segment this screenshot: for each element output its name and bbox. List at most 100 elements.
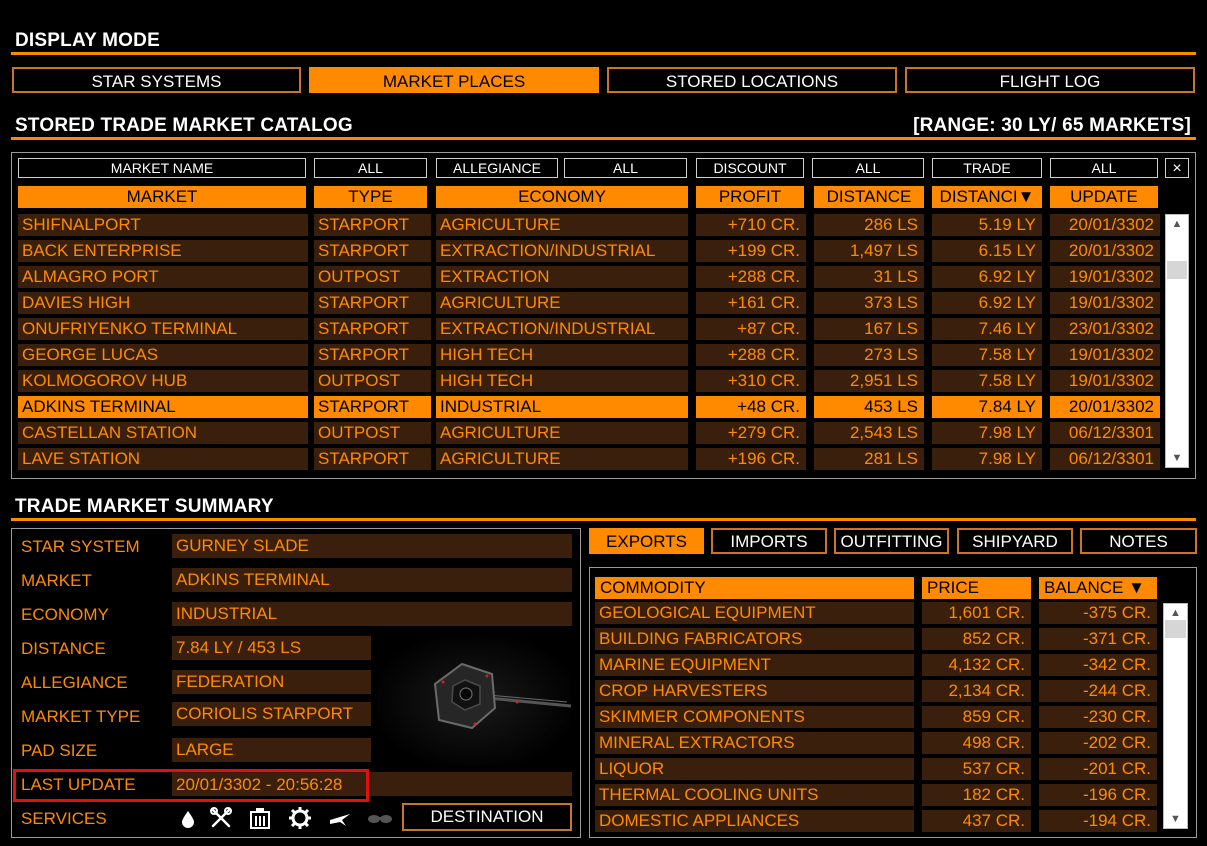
market-economy-cell: AGRICULTURE	[436, 214, 688, 236]
table-row[interactable]: GEORGE LUCAS STARPORT HIGH TECH +288 CR. 273…	[18, 344, 1160, 366]
market-economy-cell: HIGH TECH	[436, 370, 688, 392]
list-item[interactable]: MARINE EQUIPMENT 4,132 CR. -342 CR.	[595, 654, 1157, 676]
pad-size-label: PAD SIZE	[21, 741, 98, 760]
list-item[interactable]: CROP HARVESTERS 2,134 CR. -244 CR.	[595, 680, 1157, 702]
filter-allegiance-value[interactable]: ALL	[564, 158, 687, 178]
market-type-cell: STARPORT	[314, 240, 431, 262]
filter-allegiance[interactable]: ALLEGIANCE	[436, 158, 558, 178]
market-distance-ly-cell: 7.98 LY	[932, 422, 1042, 444]
market-distance-ls-cell: 373 LS	[814, 292, 924, 314]
market-name-cell: CASTELLAN STATION	[18, 422, 308, 444]
market-profit-cell: +710 CR.	[696, 214, 806, 236]
economy-label: ECONOMY	[21, 605, 109, 624]
list-item[interactable]: THERMAL COOLING UNITS 182 CR. -196 CR.	[595, 784, 1157, 806]
tab-imports[interactable]: IMPORTS	[711, 528, 827, 554]
market-distance-ly-cell: 7.46 LY	[932, 318, 1042, 340]
tab-outfitting[interactable]: OUTFITTING	[834, 528, 949, 554]
col-commodity[interactable]: COMMODITY	[595, 577, 914, 599]
col-price[interactable]: PRICE	[922, 577, 1031, 599]
list-item[interactable]: GEOLOGICAL EQUIPMENT 1,601 CR. -375 CR.	[595, 602, 1157, 624]
mode-market-places-button[interactable]: MARKET PLACES	[309, 67, 599, 93]
commodity-price-cell: 852 CR.	[922, 628, 1031, 650]
col-balance[interactable]: BALANCE ▼	[1039, 577, 1157, 599]
table-row[interactable]: DAVIES HIGH STARPORT AGRICULTURE +161 CR. 37…	[18, 292, 1160, 314]
market-economy-cell: EXTRACTION/INDUSTRIAL	[436, 240, 688, 262]
commodity-price-cell: 4,132 CR.	[922, 654, 1031, 676]
catalog-scroll-thumb[interactable]	[1167, 261, 1187, 279]
destination-button[interactable]: DESTINATION	[402, 803, 572, 831]
filter-trade[interactable]: TRADE	[932, 158, 1042, 178]
tab-shipyard[interactable]: SHIPYARD	[957, 528, 1073, 554]
catalog-scrollbar[interactable]: ▲ ▼	[1165, 214, 1189, 468]
commodity-scrollbar[interactable]: ▲ ▼	[1163, 603, 1188, 829]
market-profit-cell: +310 CR.	[696, 370, 806, 392]
col-update[interactable]: UPDATE	[1050, 186, 1158, 208]
col-economy[interactable]: ECONOMY	[436, 186, 688, 208]
commodity-balance-cell: -202 CR.	[1039, 732, 1157, 754]
scroll-down-icon[interactable]: ▼	[1166, 452, 1188, 464]
list-item[interactable]: SKIMMER COMPONENTS 859 CR. -230 CR.	[595, 706, 1157, 728]
tab-exports[interactable]: EXPORTS	[589, 528, 704, 554]
table-row[interactable]: BACK ENTERPRISE STARPORT EXTRACTION/INDUST…	[18, 240, 1160, 262]
market-distance-ly-cell: 6.92 LY	[932, 292, 1042, 314]
clear-filters-button[interactable]: ×	[1165, 158, 1189, 178]
table-row[interactable]: ALMAGRO PORT OUTPOST EXTRACTION +288 CR. 31 …	[18, 266, 1160, 288]
market-profit-cell: +288 CR.	[696, 266, 806, 288]
mode-star-systems-button[interactable]: STAR SYSTEMS	[12, 67, 301, 93]
filter-discount[interactable]: DISCOUNT	[696, 158, 804, 178]
market-distance-ls-cell: 1,497 LS	[814, 240, 924, 262]
commodity-scroll-thumb[interactable]	[1165, 620, 1186, 638]
commodity-name-cell: DOMESTIC APPLIANCES	[595, 810, 914, 832]
list-item[interactable]: DOMESTIC APPLIANCES 437 CR. -194 CR.	[595, 810, 1157, 832]
table-row[interactable]: LAVE STATION STARPORT AGRICULTURE +196 CR. 2…	[18, 448, 1160, 470]
filter-trade-value[interactable]: ALL	[1050, 158, 1158, 178]
scroll-up-icon[interactable]: ▲	[1166, 218, 1188, 230]
market-distance-ly-cell: 7.58 LY	[932, 370, 1042, 392]
mode-stored-locations-button[interactable]: STORED LOCATIONS	[607, 67, 897, 93]
commodity-name-cell: THERMAL COOLING UNITS	[595, 784, 914, 806]
tab-notes[interactable]: NOTES	[1080, 528, 1197, 554]
market-economy-cell: EXTRACTION	[436, 266, 688, 288]
table-row[interactable]: ONUFRIYENKO TERMINAL STARPORT EXTRACTION/I…	[18, 318, 1160, 340]
mode-flight-log-button[interactable]: FLIGHT LOG	[905, 67, 1195, 93]
allegiance-value: FEDERATION	[172, 670, 371, 694]
commodity-name-cell: CROP HARVESTERS	[595, 680, 914, 702]
table-row[interactable]: KOLMOGOROV HUB OUTPOST HIGH TECH +310 CR. 2,…	[18, 370, 1160, 392]
table-row[interactable]: SHIFNALPORT STARPORT AGRICULTURE +710 CR. 28…	[18, 214, 1160, 236]
commodity-scroll-up-icon[interactable]: ▲	[1164, 607, 1187, 619]
market-update-cell: 20/01/3302	[1050, 396, 1160, 418]
commodity-balance-cell: -230 CR.	[1039, 706, 1157, 728]
table-row[interactable]: ADKINS TERMINAL STARPORT INDUSTRIAL +48 CR.…	[18, 396, 1160, 418]
filter-market-name-value[interactable]: ALL	[314, 158, 427, 178]
commodity-balance-cell: -371 CR.	[1039, 628, 1157, 650]
col-market[interactable]: MARKET	[18, 186, 306, 208]
market-update-cell: 20/01/3302	[1050, 214, 1160, 236]
list-item[interactable]: BUILDING FABRICATORS 852 CR. -371 CR.	[595, 628, 1157, 650]
list-item[interactable]: MINERAL EXTRACTORS 498 CR. -202 CR.	[595, 732, 1157, 754]
col-type[interactable]: TYPE	[314, 186, 427, 208]
refuel-icon	[176, 806, 200, 830]
economy-value: INDUSTRIAL	[172, 602, 572, 626]
market-name-cell: BACK ENTERPRISE	[18, 240, 308, 262]
distance-value: 7.84 LY / 453 LS	[172, 636, 371, 660]
commodity-scroll-down-icon[interactable]: ▼	[1164, 813, 1187, 825]
outfitting-icon	[288, 806, 312, 830]
pad-size-value: LARGE	[172, 738, 371, 762]
market-distance-ls-cell: 31 LS	[814, 266, 924, 288]
market-name-cell: KOLMOGOROV HUB	[18, 370, 308, 392]
market-update-cell: 06/12/3301	[1050, 422, 1160, 444]
table-row[interactable]: CASTELLAN STATION OUTPOST AGRICULTURE +279 …	[18, 422, 1160, 444]
col-distance-ls[interactable]: DISTANCE	[814, 186, 924, 208]
col-profit[interactable]: PROFIT	[696, 186, 804, 208]
market-distance-ls-cell: 281 LS	[814, 448, 924, 470]
list-item[interactable]: LIQUOR 537 CR. -201 CR.	[595, 758, 1157, 780]
market-update-cell: 06/12/3301	[1050, 448, 1160, 470]
filter-discount-value[interactable]: ALL	[812, 158, 924, 178]
col-distance-ly[interactable]: DISTANCI▼	[932, 186, 1042, 208]
market-update-cell: 19/01/3302	[1050, 344, 1160, 366]
market-name-cell: LAVE STATION	[18, 448, 308, 470]
filter-market-name[interactable]: MARKET NAME	[18, 158, 306, 178]
market-update-cell: 19/01/3302	[1050, 266, 1160, 288]
market-name-cell: DAVIES HIGH	[18, 292, 308, 314]
market-distance-ly-cell: 7.58 LY	[932, 344, 1042, 366]
